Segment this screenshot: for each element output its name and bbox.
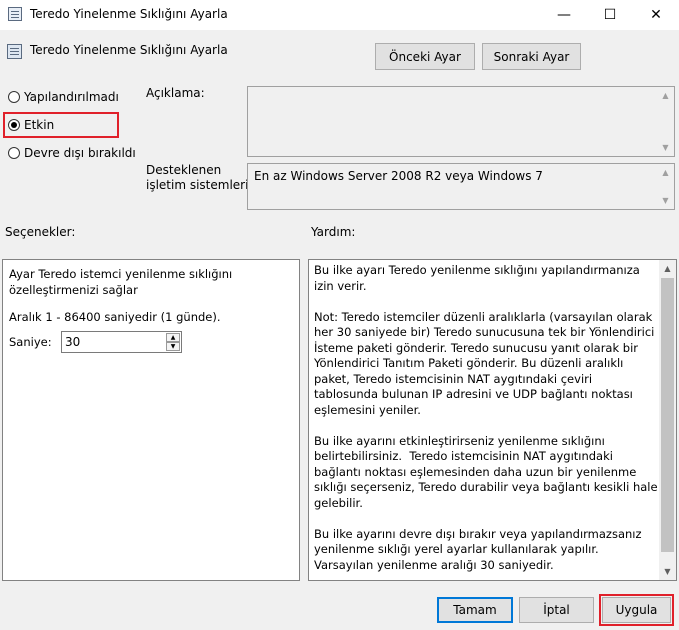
radio-enabled-dot[interactable] (8, 119, 20, 131)
supported-os-label-line2: işletim sistemleri: (146, 178, 253, 192)
options-panel: Ayar Teredo istemci yenilenme sıklığını … (2, 259, 300, 581)
stepper-down-icon[interactable]: ▼ (166, 342, 180, 351)
radio-enabled-label: Etkin (24, 118, 55, 132)
setting-title: Teredo Yinelenme Sıklığını Ayarla (30, 43, 228, 57)
radio-not-configured-dot[interactable] (8, 91, 20, 103)
cancel-button[interactable]: İptal (519, 597, 594, 623)
seconds-stepper[interactable]: 30 ▲ ▼ (61, 331, 182, 353)
supported-os-field[interactable]: En az Windows Server 2008 R2 veya Window… (247, 163, 675, 210)
scroll-up-icon[interactable]: ▲ (657, 164, 674, 181)
scrollbar-thumb[interactable] (661, 278, 674, 552)
help-label: Yardım: (311, 225, 356, 239)
seconds-input[interactable]: 30 (65, 335, 80, 349)
apply-button[interactable]: Uygula (602, 597, 671, 623)
setting-icon (7, 44, 22, 59)
supported-os-label-line1: Desteklenen (146, 163, 222, 177)
radio-not-configured[interactable]: Yapılandırılmadı (8, 90, 119, 104)
radio-enabled[interactable]: Etkin (8, 118, 54, 132)
next-setting-button[interactable]: Sonraki Ayar (482, 43, 581, 70)
radio-not-configured-label: Yapılandırılmadı (24, 90, 119, 104)
policy-icon (8, 7, 22, 21)
stepper-up-icon[interactable]: ▲ (166, 333, 180, 342)
help-scrollbar[interactable]: ▲ ▼ (659, 260, 676, 580)
options-description: Ayar Teredo istemci yenilenme sıklığını … (9, 266, 232, 298)
description-scrollbar[interactable]: ▲ ▼ (657, 87, 674, 156)
scroll-up-icon[interactable]: ▲ (659, 260, 676, 277)
description-field[interactable]: ▲ ▼ (247, 86, 675, 157)
description-label: Açıklama: (146, 86, 205, 100)
options-range: Aralık 1 - 86400 saniyedir (1 günde). (9, 310, 221, 324)
title-bar: Teredo Yinelenme Sıklığını Ayarla — ☐ ✕ (0, 0, 679, 30)
options-line2: özelleştirmenizi sağlar (9, 283, 138, 297)
window-title: Teredo Yinelenme Sıklığını Ayarla (30, 7, 228, 21)
help-panel[interactable]: Bu ilke ayarı Teredo yenilenme sıklığını… (308, 259, 677, 581)
supported-os-scrollbar[interactable]: ▲ ▼ (657, 164, 674, 209)
options-line1: Ayar Teredo istemci yenilenme sıklığını (9, 267, 233, 281)
radio-disabled-label: Devre dışı bırakıldı (24, 146, 136, 160)
scroll-up-icon[interactable]: ▲ (657, 87, 674, 104)
supported-os-label: Desteklenen işletim sistemleri: (146, 163, 253, 193)
maximize-button[interactable]: ☐ (587, 0, 633, 30)
help-text: Bu ilke ayarı Teredo yenilenme sıklığını… (314, 263, 658, 572)
supported-os-value: En az Windows Server 2008 R2 veya Window… (254, 169, 543, 183)
scroll-down-icon[interactable]: ▼ (657, 192, 674, 209)
scroll-down-icon[interactable]: ▼ (659, 563, 676, 580)
seconds-label: Saniye: (9, 335, 52, 349)
radio-disabled[interactable]: Devre dışı bırakıldı (8, 146, 136, 160)
options-label: Seçenekler: (5, 225, 76, 239)
scroll-down-icon[interactable]: ▼ (657, 139, 674, 156)
radio-disabled-dot[interactable] (8, 147, 20, 159)
ok-button[interactable]: Tamam (437, 597, 513, 623)
minimize-button[interactable]: — (541, 0, 587, 30)
close-button[interactable]: ✕ (633, 0, 679, 30)
previous-setting-button[interactable]: Önceki Ayar (375, 43, 475, 70)
